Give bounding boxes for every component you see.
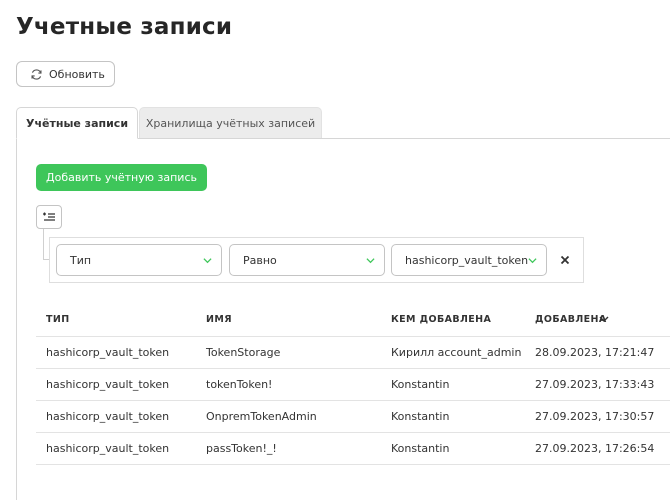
cell-added: 27.09.2023, 17:26:54 xyxy=(535,442,655,455)
cell-type: hashicorp_vault_token xyxy=(46,410,170,423)
column-header-type[interactable]: ТИП xyxy=(46,314,70,325)
cell-added-by: Konstantin xyxy=(391,378,450,391)
filter-operator-select[interactable]: Равно xyxy=(229,244,385,276)
cell-added-by: Konstantin xyxy=(391,410,450,423)
row-divider xyxy=(36,464,670,465)
refresh-button[interactable]: Обновить xyxy=(16,61,115,87)
cell-type: hashicorp_vault_token xyxy=(46,346,170,359)
tab-accounts[interactable]: Учётные записи xyxy=(16,107,138,139)
filter-value-select[interactable]: hashicorp_vault_token xyxy=(391,244,547,276)
filter-field-value: Тип xyxy=(70,254,92,267)
cell-added: 27.09.2023, 17:33:43 xyxy=(535,378,655,391)
row-divider xyxy=(36,368,670,369)
column-header-added-by[interactable]: КЕМ ДОБАВЛЕНА xyxy=(391,314,491,325)
cell-type: hashicorp_vault_token xyxy=(46,378,170,391)
cell-name: TokenStorage xyxy=(206,346,281,359)
cell-name: tokenToken! xyxy=(206,378,273,391)
cell-name: OnpremTokenAdmin xyxy=(206,410,317,423)
column-header-name[interactable]: ИМЯ xyxy=(206,314,232,325)
filter-operator-value: Равно xyxy=(243,254,277,267)
cell-added-by: Konstantin xyxy=(391,442,450,455)
close-icon[interactable] xyxy=(558,253,572,267)
refresh-button-label: Обновить xyxy=(49,68,105,81)
chevron-down-icon xyxy=(366,258,375,264)
filter-value-value: hashicorp_vault_token xyxy=(405,254,529,267)
chevron-down-icon xyxy=(528,258,537,264)
chevron-down-icon xyxy=(203,258,212,264)
cell-added: 28.09.2023, 17:21:47 xyxy=(535,346,655,359)
cell-added: 27.09.2023, 17:30:57 xyxy=(535,410,655,423)
table-header-divider xyxy=(36,336,670,337)
column-header-added[interactable]: ДОБАВЛЕНА xyxy=(535,314,607,325)
add-filter-icon xyxy=(43,212,55,221)
sort-desc-icon[interactable] xyxy=(599,315,609,323)
refresh-icon xyxy=(31,69,42,80)
filter-toggle-button[interactable] xyxy=(36,205,62,229)
page-title: Учетные записи xyxy=(16,14,233,40)
cell-name: passToken!_! xyxy=(206,442,277,455)
row-divider xyxy=(36,400,670,401)
cell-type: hashicorp_vault_token xyxy=(46,442,170,455)
add-account-button[interactable]: Добавить учётную запись xyxy=(36,164,207,191)
filter-field-select[interactable]: Тип xyxy=(56,244,222,276)
row-divider xyxy=(36,432,670,433)
cell-added-by: Кирилл account_admin xyxy=(391,346,522,359)
content-border xyxy=(16,138,17,500)
tab-account-storages[interactable]: Хранилища учётных записей xyxy=(139,107,322,138)
